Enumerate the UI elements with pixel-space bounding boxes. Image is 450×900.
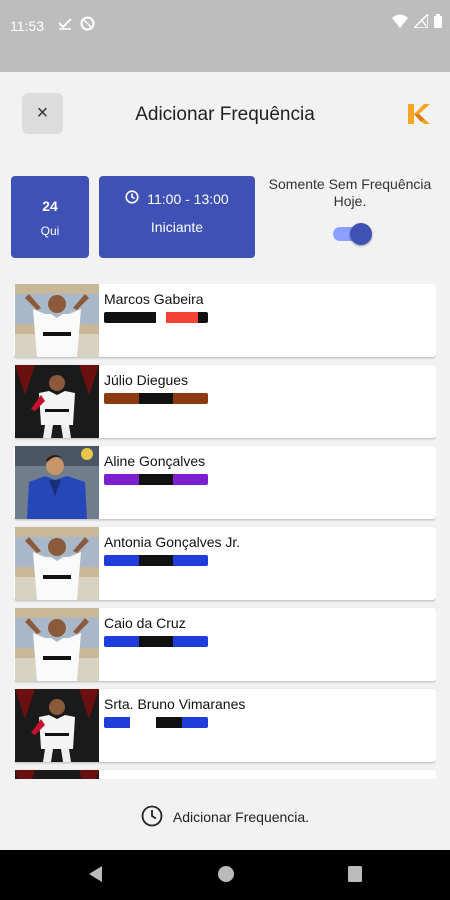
- belt-rank-indicator: [104, 312, 208, 323]
- status-bar: 11:53: [0, 0, 450, 72]
- belt-segment: [173, 474, 208, 485]
- belt-rank-indicator: [104, 474, 208, 485]
- recents-icon[interactable]: [347, 865, 363, 888]
- class-level: Iniciante: [150, 219, 204, 235]
- student-photo: [15, 446, 99, 519]
- student-name: Aline Gonçalves: [104, 453, 206, 469]
- data-saver-icon: [80, 16, 95, 34]
- date-weekday: Qui: [40, 224, 60, 238]
- student-photo: [15, 365, 99, 438]
- student-list[interactable]: Marcos Gabeira Júlio Diegues Aline Gonçalv…: [14, 284, 436, 779]
- student-row[interactable]: Srta. Bruno Vimaranes: [14, 689, 436, 762]
- student-row[interactable]: [14, 770, 436, 779]
- student-name: Caio da Cruz: [104, 615, 186, 631]
- student-photo: [15, 608, 99, 681]
- filter-toggle[interactable]: [333, 223, 372, 245]
- belt-segment: [173, 636, 208, 647]
- belt-rank-indicator: [104, 393, 208, 404]
- clock-icon: [141, 805, 163, 830]
- belt-segment: [104, 555, 139, 566]
- belt-rank-indicator: [104, 636, 208, 647]
- belt-segment: [114, 312, 125, 323]
- student-row[interactable]: Júlio Diegues: [14, 365, 436, 438]
- belt-segment: [156, 312, 167, 323]
- belt-segment: [145, 312, 157, 323]
- belt-segment: [138, 474, 174, 485]
- belt-segment: [156, 717, 182, 728]
- student-name: Júlio Diegues: [104, 372, 189, 388]
- student-photo: [15, 284, 99, 357]
- belt-segment: [104, 474, 139, 485]
- student-photo: [15, 527, 99, 600]
- add-attendance-label: Adicionar Frequencia.: [172, 809, 310, 825]
- brand-logo: [406, 102, 430, 126]
- belt-segment: [138, 555, 174, 566]
- belt-segment: [104, 312, 115, 323]
- class-card[interactable]: 11:00 - 13:00 Iniciante: [99, 176, 255, 258]
- student-row[interactable]: Caio da Cruz: [14, 608, 436, 681]
- belt-segment: [138, 636, 174, 647]
- belt-rank-indicator: [104, 717, 208, 728]
- belt-segment: [104, 636, 139, 647]
- student-photo: [15, 689, 99, 762]
- belt-segment: [135, 312, 146, 323]
- belt-segment: [104, 717, 130, 728]
- student-row[interactable]: Aline Gonçalves: [14, 446, 436, 519]
- home-icon[interactable]: [217, 865, 235, 888]
- class-time: 11:00 - 13:00: [147, 190, 229, 207]
- filter-label: Somente Sem Frequência Hoje.: [268, 176, 432, 209]
- belt-segment: [176, 312, 188, 323]
- belt-segment: [138, 393, 174, 404]
- belt-segment: [173, 393, 208, 404]
- belt-segment: [173, 555, 208, 566]
- check-notification-icon: [58, 16, 72, 33]
- system-nav-bar: [0, 850, 450, 900]
- date-day: 24: [42, 198, 58, 214]
- app-header: × Adicionar Frequência: [0, 72, 450, 156]
- student-photo: [15, 770, 99, 779]
- belt-segment: [130, 717, 156, 728]
- page-title: Adicionar Frequência: [135, 104, 315, 125]
- student-row[interactable]: Marcos Gabeira: [14, 284, 436, 357]
- class-time-row: 11:00 - 13:00: [99, 190, 255, 207]
- belt-segment: [124, 312, 136, 323]
- belt-segment: [182, 717, 208, 728]
- clock-icon: [125, 190, 139, 207]
- student-name: Antonia Gonçalves Jr.: [104, 534, 241, 550]
- belt-segment: [187, 312, 198, 323]
- add-attendance-button[interactable]: Adicionar Frequencia.: [0, 792, 450, 842]
- signal-icon: [412, 12, 429, 33]
- student-name: Srta. Bruno Vimaranes: [104, 696, 246, 712]
- belt-segment: [197, 312, 208, 323]
- wifi-icon: [392, 14, 408, 33]
- belt-rank-indicator: [104, 555, 208, 566]
- belt-segment: [104, 393, 139, 404]
- student-name: Marcos Gabeira: [104, 291, 204, 307]
- belt-segment: [166, 312, 177, 323]
- student-row[interactable]: Antonia Gonçalves Jr.: [14, 527, 436, 600]
- battery-icon: [434, 14, 442, 33]
- date-card[interactable]: 24 Qui: [11, 176, 89, 258]
- back-icon[interactable]: [87, 865, 103, 888]
- toggle-knob: [350, 223, 372, 245]
- status-time: 11:53: [10, 18, 44, 34]
